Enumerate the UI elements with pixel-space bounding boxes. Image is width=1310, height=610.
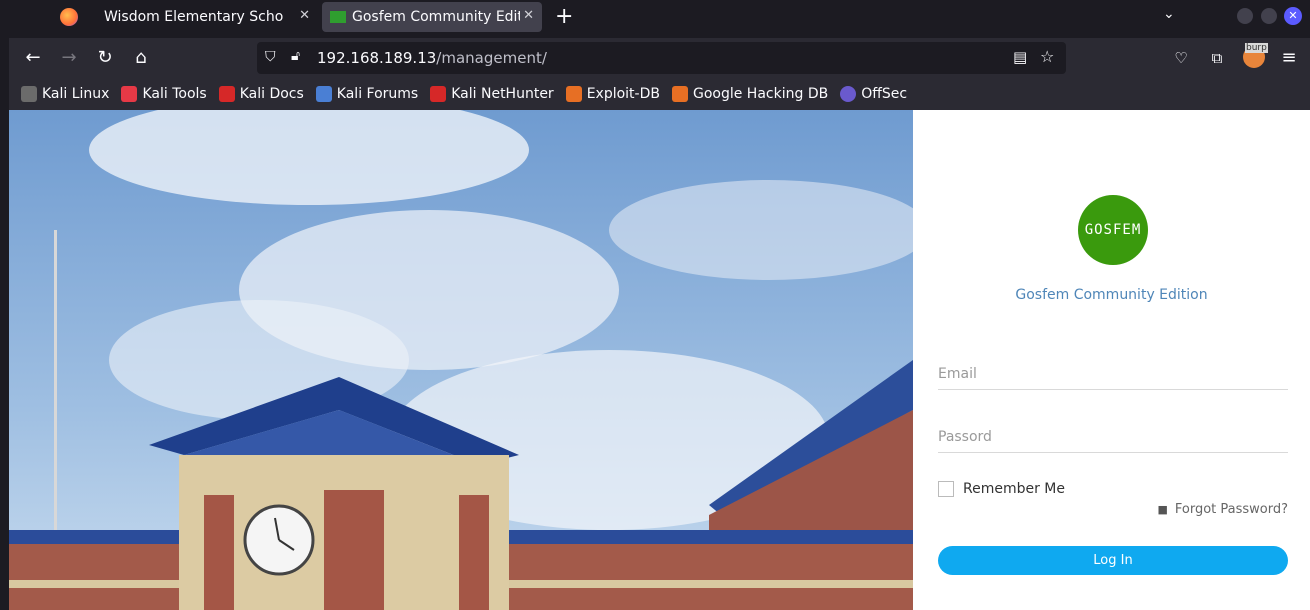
bookmark-label: Kali NetHunter (451, 86, 554, 102)
navigation-bar: ← → ↻ ⌂ ⛉ 🔓︎ 192.168.189.13/management/ … (9, 38, 1310, 78)
password-field[interactable] (938, 423, 1288, 451)
ghdb-icon (671, 86, 688, 102)
tab-wisdom[interactable]: Wisdom Elementary School ✕ (92, 0, 318, 34)
bookmark-label: Kali Docs (239, 86, 304, 102)
bookmark-kali-forums[interactable]: Kali Forums (315, 86, 419, 102)
remember-checkbox[interactable] (938, 481, 954, 497)
bookmark-kali-docs[interactable]: Kali Docs (218, 86, 304, 102)
bookmark-kali-nethunter[interactable]: Kali NetHunter (430, 86, 554, 102)
lock-icon: ■ (1157, 503, 1168, 516)
tab-label: Gosfem Community Edition (352, 9, 520, 25)
gosfem-favicon-icon (330, 11, 346, 23)
bookmark-ghdb[interactable]: Google Hacking DB (671, 86, 829, 102)
reload-icon[interactable]: ↻ (93, 46, 117, 70)
kali-docs-icon (218, 86, 235, 102)
offsec-icon (840, 86, 857, 102)
exploit-db-icon (565, 86, 582, 102)
maximize-icon[interactable] (1261, 8, 1277, 24)
forgot-password-link[interactable]: ■ Forgot Password? (1157, 502, 1288, 517)
bookmark-label: Kali Linux (42, 86, 110, 102)
bookmarks-bar: Kali Linux Kali Tools Kali Docs Kali For… (9, 78, 1310, 110)
bookmark-star-icon[interactable]: ☆ (1040, 47, 1054, 66)
burp-label: burp (1245, 43, 1268, 53)
email-field-wrapper (938, 360, 1288, 390)
menu-icon[interactable]: ≡ (1277, 46, 1301, 70)
close-icon[interactable]: ✕ (299, 8, 310, 23)
lock-insecure-icon[interactable]: 🔓︎ (291, 48, 300, 64)
bookmark-kali-tools[interactable]: Kali Tools (121, 86, 207, 102)
home-icon[interactable]: ⌂ (129, 46, 153, 70)
tab-label: Wisdom Elementary School (104, 9, 284, 25)
pocket-icon[interactable]: ♡ (1169, 46, 1193, 70)
login-panel: GOSFEM Gosfem Community Edition Remember… (913, 110, 1310, 610)
forgot-label: Forgot Password? (1174, 502, 1288, 517)
burp-extension-icon[interactable]: burp (1243, 43, 1268, 68)
url-text[interactable]: 192.168.189.13/management/ (317, 49, 547, 67)
minimize-icon[interactable] (1237, 8, 1253, 24)
back-icon[interactable]: ← (21, 46, 45, 70)
password-field-wrapper (938, 423, 1288, 453)
new-tab-button[interactable]: + (555, 4, 573, 29)
url-path: /management/ (436, 49, 547, 67)
remember-me[interactable]: Remember Me (938, 481, 1065, 497)
window-edge (0, 38, 9, 610)
list-tabs-icon[interactable]: ⌄ (1163, 6, 1175, 22)
url-bar[interactable]: ⛉ 🔓︎ 192.168.189.13/management/ ▤ ☆ (257, 42, 1066, 74)
login-button[interactable]: Log In (938, 546, 1288, 575)
extensions-icon[interactable]: ⧉ (1205, 46, 1229, 70)
forward-icon[interactable]: → (57, 46, 81, 70)
close-icon[interactable]: ✕ (523, 8, 534, 23)
gosfem-logo: GOSFEM (1078, 195, 1148, 265)
kali-dragon-icon (21, 86, 37, 102)
bookmark-label: Google Hacking DB (692, 86, 829, 102)
bookmark-label: Kali Forums (336, 86, 419, 102)
brand-name: Gosfem Community Edition (1015, 287, 1208, 303)
kali-tools-icon (121, 86, 138, 102)
shield-icon[interactable]: ⛉ (265, 49, 276, 65)
school-photo (9, 110, 913, 610)
kali-forums-icon (315, 86, 332, 102)
tab-bar: Wisdom Elementary School ✕ Gosfem Commun… (0, 0, 1310, 34)
bookmark-kali-linux[interactable]: Kali Linux (21, 86, 109, 102)
bookmark-label: Kali Tools (142, 86, 207, 102)
window-close-icon[interactable]: ✕ (1284, 7, 1302, 25)
email-field[interactable] (938, 360, 1288, 388)
nethunter-icon (430, 86, 447, 102)
bookmark-label: OffSec (861, 86, 908, 102)
bookmark-exploit-db[interactable]: Exploit-DB (565, 86, 660, 102)
firefox-icon[interactable] (60, 8, 78, 26)
url-host: 192.168.189.13 (317, 49, 437, 67)
bookmark-offsec[interactable]: OffSec (840, 86, 907, 102)
reader-view-icon[interactable]: ▤ (1013, 48, 1027, 66)
remember-label: Remember Me (963, 481, 1065, 497)
bookmark-label: Exploit-DB (586, 86, 660, 102)
tab-gosfem[interactable]: Gosfem Community Edition ✕ (322, 2, 542, 32)
